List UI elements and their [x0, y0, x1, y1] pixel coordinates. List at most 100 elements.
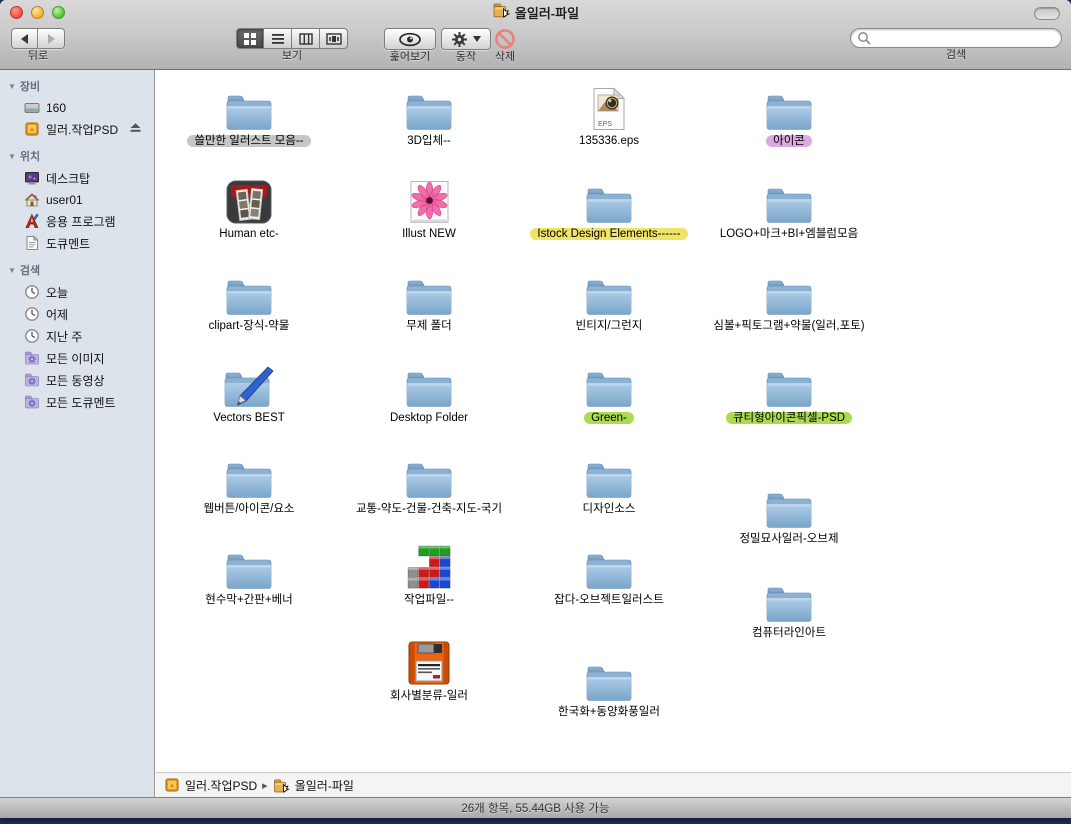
forward-button[interactable] — [38, 28, 65, 49]
zoom-button[interactable] — [52, 6, 65, 19]
sidebar-item-label: 지난 주 — [46, 328, 82, 345]
file-item[interactable]: 3D입체-- — [339, 85, 519, 148]
file-item[interactable]: 웹버튼/아이콘/요소 — [159, 453, 339, 516]
quicklook-button[interactable] — [384, 28, 436, 50]
path-segment[interactable]: 올일러-파일 — [273, 777, 354, 794]
file-item[interactable]: 한국화+동양화풍일러 — [519, 656, 699, 719]
home-icon — [24, 192, 40, 208]
folder-icon — [519, 270, 699, 316]
file-label: 정밀묘사일러-오브제 — [699, 532, 879, 546]
file-item[interactable]: EPS 135336.eps — [519, 85, 699, 148]
sidebar-item[interactable]: 모든 동영상 — [0, 369, 154, 391]
navigation-group: 뒤로 — [11, 28, 65, 62]
disclosure-triangle-icon[interactable]: ▼ — [8, 152, 16, 161]
file-item[interactable]: 정밀묘사일러-오브제 — [699, 483, 879, 546]
grid-view-icon — [243, 32, 257, 46]
sidebar-item[interactable]: 도큐멘트 — [0, 232, 154, 254]
file-item[interactable]: clipart-장식-약물 — [159, 270, 339, 333]
file-item[interactable]: 회사별분류-일러 — [339, 640, 519, 703]
sidebar-item[interactable]: 지난 주 — [0, 325, 154, 347]
view-as-list-button[interactable] — [264, 28, 292, 49]
smartfolder-icon — [24, 350, 40, 366]
file-item[interactable]: 디자인소스 — [519, 453, 699, 516]
file-item[interactable]: Human etc- — [159, 178, 339, 241]
file-label: Vectors BEST — [159, 411, 339, 425]
action-group: 동작 — [441, 28, 491, 63]
sidebar-item[interactable]: 모든 이미지 — [0, 347, 154, 369]
sidebar-item[interactable]: 160 — [0, 97, 154, 118]
search-group: 검색 — [850, 28, 1062, 61]
file-item[interactable]: 쓸만한 일러스트 모음-- — [159, 85, 339, 148]
file-item[interactable]: Vectors BEST — [159, 362, 339, 425]
file-item[interactable]: 무제 폴더 — [339, 270, 519, 333]
orangedrive-icon — [164, 777, 180, 793]
back-button[interactable] — [11, 28, 38, 49]
file-label: Human etc- — [159, 227, 339, 241]
file-label: 현수막+간판+베너 — [159, 593, 339, 607]
clock-icon — [24, 328, 40, 344]
close-button[interactable] — [10, 6, 23, 19]
view-as-icons-button[interactable] — [236, 28, 264, 49]
view-as-columns-button[interactable] — [292, 28, 320, 49]
file-item[interactable]: Istock Design Elements------ — [519, 178, 699, 241]
file-item[interactable]: 작업파일-- — [339, 544, 519, 607]
file-label: Istock Design Elements------ — [519, 227, 699, 241]
folder-icon — [519, 178, 699, 224]
file-item[interactable]: Desktop Folder — [339, 362, 519, 425]
folder-icon — [699, 85, 879, 131]
file-item[interactable]: 교통-약도-건물-건축-지도-국기 — [339, 453, 519, 516]
sidebar-item-label: user01 — [46, 193, 83, 207]
view-as-coverflow-button[interactable] — [320, 28, 348, 49]
file-item[interactable]: 큐티형아이콘픽셀-PSD — [699, 362, 879, 425]
chevron-down-icon — [473, 36, 481, 42]
svg-text:EPS: EPS — [598, 121, 612, 128]
applications-icon — [24, 213, 40, 229]
folder-icon — [699, 483, 879, 529]
sidebar-item-label: 모든 이미지 — [46, 350, 105, 367]
folder-icon — [699, 178, 879, 224]
eject-icon[interactable] — [129, 121, 142, 137]
search-input[interactable] — [875, 31, 1055, 45]
action-button[interactable] — [441, 28, 491, 50]
path-arrow-icon: ▸ — [262, 779, 268, 792]
file-item[interactable]: Illust NEW — [339, 178, 519, 241]
disclosure-triangle-icon[interactable]: ▼ — [8, 82, 16, 91]
view-label: 보기 — [282, 51, 302, 62]
sidebar-item[interactable]: 일러.작업PSD — [0, 118, 154, 140]
clock-icon — [24, 306, 40, 322]
sidebar-item[interactable]: 어제 — [0, 303, 154, 325]
sidebar-item[interactable]: 모든 도큐멘트 — [0, 391, 154, 413]
delete-button[interactable] — [494, 28, 516, 50]
sidebar-item-label: 응용 프로그램 — [46, 213, 116, 230]
file-label: 회사별분류-일러 — [339, 689, 519, 703]
file-item[interactable]: 잡다-오브젝트일러스트 — [519, 544, 699, 607]
sidebar-item-label: 모든 동영상 — [46, 372, 105, 389]
disclosure-triangle-icon[interactable]: ▼ — [8, 266, 16, 275]
delete-label: 삭제 — [495, 52, 515, 63]
columns-view-icon — [299, 32, 313, 46]
sidebar-item[interactable]: 데스크탑 — [0, 167, 154, 189]
file-item[interactable]: 아이콘 — [699, 85, 879, 148]
file-item[interactable]: 컴퓨터라인아트 — [699, 577, 879, 640]
sidebar-item-label: 일러.작업PSD — [46, 121, 118, 138]
file-item[interactable]: 현수막+간판+베너 — [159, 544, 339, 607]
folder-icon — [519, 656, 699, 702]
file-item[interactable]: 심볼+픽토그램+약물(일러,포토) — [699, 270, 879, 333]
sidebar-item[interactable]: 오늘 — [0, 281, 154, 303]
file-label: 135336.eps — [519, 134, 699, 148]
search-field[interactable] — [850, 28, 1062, 48]
toolbar-toggle-button[interactable] — [1034, 7, 1060, 20]
path-segment[interactable]: 일러.작업PSD — [164, 777, 257, 794]
file-label: 빈티지/그런지 — [519, 319, 699, 333]
sidebar-item-label: 모든 도큐멘트 — [46, 394, 116, 411]
sidebar-item-label: 160 — [46, 101, 66, 115]
sidebar-item[interactable]: 응용 프로그램 — [0, 210, 154, 232]
file-item[interactable]: 빈티지/그런지 — [519, 270, 699, 333]
sidebar-item[interactable]: user01 — [0, 189, 154, 210]
search-label: 검색 — [946, 50, 966, 61]
file-label: 한국화+동양화풍일러 — [519, 705, 699, 719]
file-item[interactable]: LOGO+마크+BI+엠블럼모음 — [699, 178, 879, 241]
file-item[interactable]: Green- — [519, 362, 699, 425]
minimize-button[interactable] — [31, 6, 44, 19]
sidebar-item-label: 어제 — [46, 306, 68, 323]
